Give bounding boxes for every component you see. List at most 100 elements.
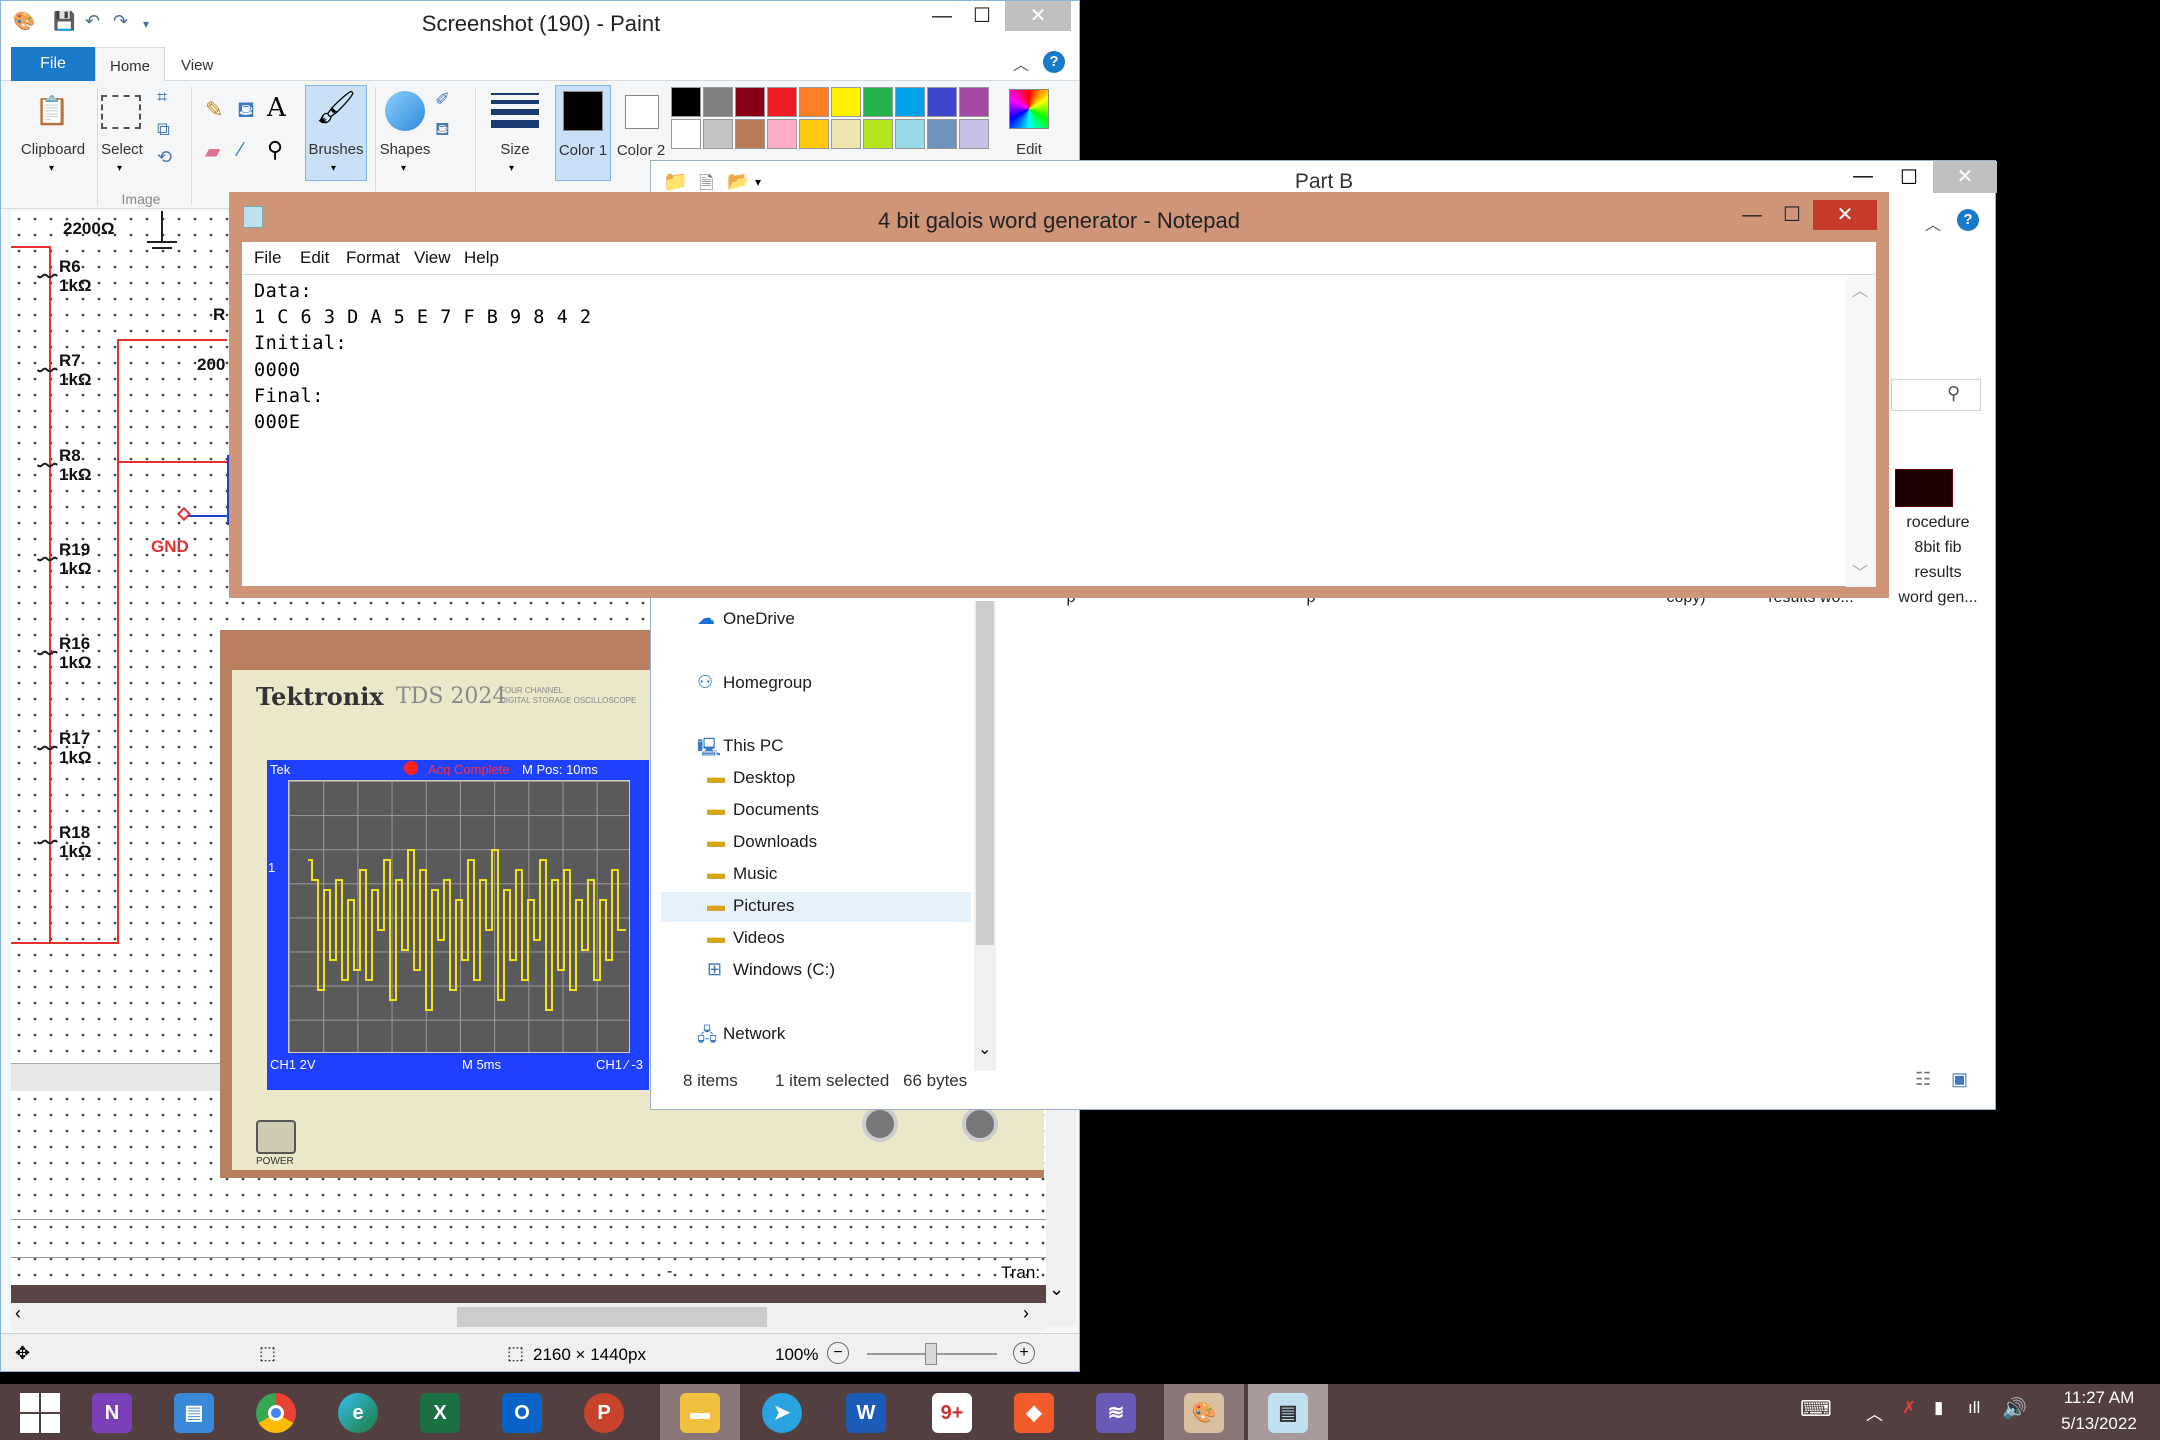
nav-item-downloads[interactable]: ▬ Downloads [661,828,971,858]
color-swatch[interactable] [927,87,957,117]
color-swatch[interactable] [831,87,861,117]
color-swatch[interactable] [959,119,989,149]
nav-item-homegroup[interactable]: ⚇ Homegroup [661,669,971,699]
signal-icon[interactable]: ıll [1968,1398,1980,1418]
color-picker-icon[interactable]: ⁄ [239,139,242,162]
select-label[interactable]: Select [93,141,151,158]
color-swatch[interactable] [895,87,925,117]
color1-label[interactable]: Color 1 [555,141,611,161]
select-dropdown-icon[interactable]: ▾ [117,163,122,174]
zoom-out-button[interactable]: − [827,1342,849,1364]
clipboard-label[interactable]: Clipboard [13,141,93,158]
network-error-icon[interactable]: ✗ [1902,1398,1916,1418]
taskbar-word[interactable]: W [826,1384,906,1440]
taskbar-telegram[interactable]: ➤ [742,1384,822,1440]
volume-icon[interactable]: 🔊 [2002,1396,2027,1421]
taskbar-file-explorer[interactable]: ▬ [660,1384,740,1440]
file-item-label[interactable]: rocedure [1878,510,1998,535]
taskbar-brave[interactable]: ◆ [994,1384,1074,1440]
size-label[interactable]: Size [485,141,545,158]
color2-label[interactable]: Color 2 [615,141,667,161]
magnifier-icon[interactable]: ⚲ [267,137,283,163]
collapse-ribbon-icon[interactable]: ︿ [1013,51,1029,75]
menu-view[interactable]: View [414,242,451,274]
nav-item-network[interactable]: 🖧 Network [661,1020,971,1050]
color-swatch[interactable] [671,119,701,149]
nav-item-videos[interactable]: ▬ Videos [661,924,971,954]
taskbar-edge[interactable]: e [318,1384,398,1440]
size-icon[interactable] [491,93,539,128]
scroll-down-icon[interactable]: ⌄ [1049,1279,1064,1300]
zoom-slider-thumb[interactable] [925,1343,937,1365]
qat-dropdown-icon[interactable]: ▾ [755,175,761,189]
size-dropdown-icon[interactable]: ▾ [509,163,514,174]
color-swatch[interactable] [799,119,829,149]
taskbar-chrome[interactable] [236,1384,316,1440]
eraser-icon[interactable]: ▰ [205,139,220,164]
color-swatch[interactable] [767,119,797,149]
notepad-vscrollbar[interactable] [1846,275,1876,587]
details-view-icon[interactable]: ☷ [1915,1069,1931,1090]
edit-colors-icon[interactable] [1009,89,1049,129]
nav-item-windows-c[interactable]: ⊞ Windows (C:) [661,956,971,986]
color2-swatch[interactable] [625,95,659,129]
taskbar-remote-desktop[interactable]: ▤ [154,1384,234,1440]
notepad-content[interactable]: Data: 1 C 6 3 D A 5 E 7 F B 9 8 4 2 Init… [254,279,1814,436]
color-swatch[interactable] [895,119,925,149]
color-swatch[interactable] [703,119,733,149]
qat-dropdown-icon[interactable]: ▾ [143,17,149,43]
menu-edit[interactable]: Edit [300,242,329,274]
show-hidden-icons-icon[interactable]: ︿ [1866,1400,1883,1425]
taskbar-onenote[interactable]: N [72,1384,152,1440]
select-icon[interactable] [101,95,141,129]
taskbar-powerpoint[interactable]: P [564,1384,644,1440]
color-swatch[interactable] [863,119,893,149]
tab-file[interactable]: File [11,47,95,81]
undo-icon[interactable]: ↶ [85,11,100,37]
tab-home[interactable]: Home [95,47,166,81]
notepad-text-area[interactable]: Data: 1 C 6 3 D A 5 E 7 F B 9 8 4 2 Init… [242,274,1876,587]
notepad-close-button[interactable]: ✕ [1813,200,1877,230]
clipboard-icon[interactable]: 📋 [29,91,75,131]
color-swatch[interactable] [703,87,733,117]
nav-item-music[interactable]: ▬ Music [661,860,971,890]
redo-icon[interactable]: ↷ [113,11,128,37]
nav-item-pictures[interactable]: ▬ Pictures [661,892,971,922]
clock-time[interactable]: 11:27 AM [2044,1388,2154,1408]
edit-colors-label[interactable]: Edit colors [997,141,1061,161]
outline-icon[interactable]: ✐ [435,89,450,110]
scroll-up-icon[interactable]: ︿ [1852,277,1868,301]
text-icon[interactable]: A [267,93,286,123]
new-folder-icon[interactable]: 📂 [727,171,749,192]
notepad-app-icon[interactable] [243,206,263,228]
taskbar-multisim[interactable]: ≋ [1076,1384,1156,1440]
save-icon[interactable]: 💾 [53,11,75,37]
shape-fill-icon[interactable]: ⛾ [435,119,450,143]
scroll-down-icon[interactable]: ﹀ [1852,559,1868,583]
file-item-label[interactable]: word gen... [1878,585,1998,610]
paint-close-button[interactable]: ✕ [1005,1,1071,31]
color-swatch[interactable] [927,119,957,149]
fill-icon[interactable]: ⛾ [237,97,255,126]
color-swatch[interactable] [671,87,701,117]
color-swatch[interactable] [863,87,893,117]
start-button[interactable] [0,1384,80,1440]
color1-swatch[interactable] [563,91,603,131]
nav-item-documents[interactable]: ▬ Documents [661,796,971,826]
shapes-icon[interactable] [385,91,425,131]
scroll-left-icon[interactable]: ‹ [15,1303,21,1324]
help-icon[interactable]: ? [1043,51,1065,73]
taskbar-notepad[interactable]: ▤ [1248,1384,1328,1440]
shapes-dropdown-icon[interactable]: ▾ [401,163,406,174]
taskbar-outlook[interactable]: O [482,1384,562,1440]
nav-scroll-down-icon[interactable]: ⌄ [978,1039,991,1059]
menu-file[interactable]: File [254,242,281,274]
brushes-dropdown-icon[interactable]: ▾ [331,163,336,174]
color-swatch[interactable] [767,87,797,117]
taskbar-excel[interactable]: X [400,1384,480,1440]
menu-format[interactable]: Format [346,242,400,274]
brushes-label[interactable]: Brushes [301,141,371,158]
resize-icon[interactable]: ⧉ [157,119,170,140]
clock-date[interactable]: 5/13/2022 [2044,1414,2154,1434]
large-icons-view-icon[interactable]: ▣ [1951,1069,1968,1090]
